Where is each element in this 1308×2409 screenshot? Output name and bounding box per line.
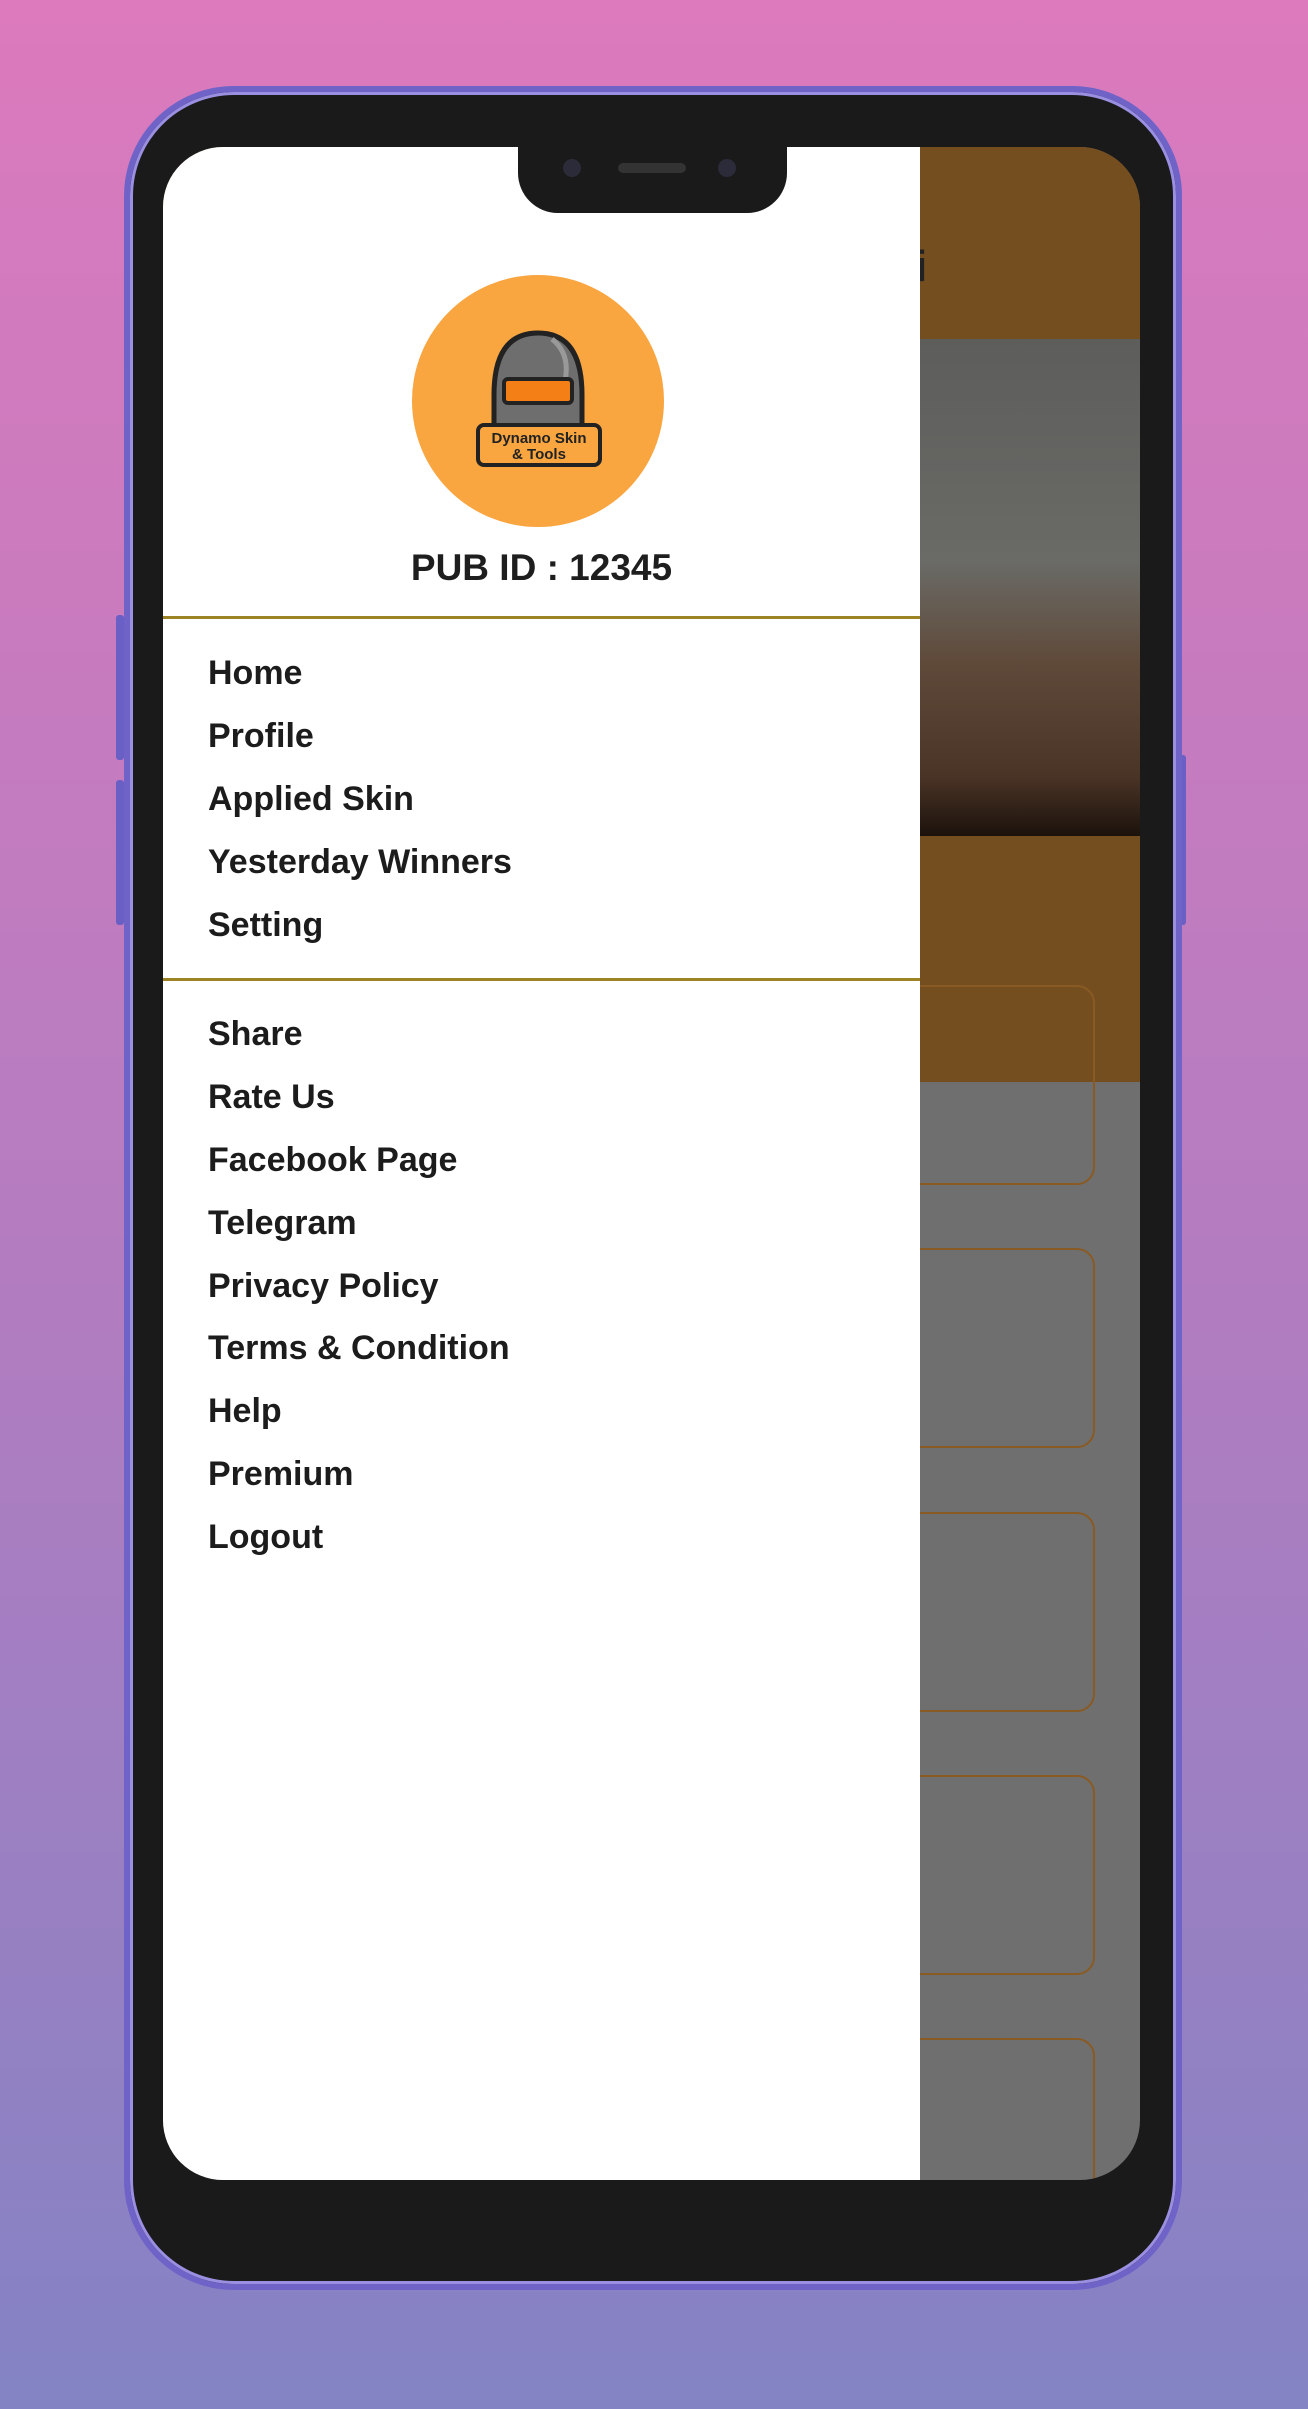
menu-item-terms-condition[interactable]: Terms & Condition [208,1328,510,1368]
divider [163,616,920,619]
content-card[interactable] [903,1775,1095,1975]
content-card[interactable] [903,2038,1095,2180]
menu-item-rate-us[interactable]: Rate Us [208,1077,335,1117]
phone-notch [518,147,787,213]
menu-item-facebook-page[interactable]: Facebook Page [208,1140,457,1180]
phone-screen: i Dynamo Skin & Tools PUB ID : 12345 Hom… [163,147,1140,2180]
menu-item-share[interactable]: Share [208,1014,303,1054]
menu-item-logout[interactable]: Logout [208,1517,323,1557]
svg-text:& Tools: & Tools [512,446,566,463]
app-logo: Dynamo Skin & Tools [412,275,664,527]
sensor-icon [718,159,736,177]
svg-text:Dynamo Skin: Dynamo Skin [491,430,586,447]
menu-item-yesterday-winners[interactable]: Yesterday Winners [208,842,512,882]
helmet-logo-icon: Dynamo Skin & Tools [476,330,602,467]
phone-volume-button [116,780,124,925]
menu-item-telegram[interactable]: Telegram [208,1203,357,1243]
menu-item-privacy-policy[interactable]: Privacy Policy [208,1266,439,1306]
phone-volume-button [116,615,124,760]
divider [163,978,920,981]
speaker-grille [618,163,686,173]
menu-item-setting[interactable]: Setting [208,905,323,945]
menu-item-help[interactable]: Help [208,1391,282,1431]
menu-item-premium[interactable]: Premium [208,1454,354,1494]
menu-item-home[interactable]: Home [208,653,302,693]
content-card[interactable] [903,1248,1095,1448]
menu-item-applied-skin[interactable]: Applied Skin [208,779,414,819]
content-card[interactable] [903,985,1095,1185]
content-card[interactable] [903,1512,1095,1712]
pub-id-label: PUB ID : 12345 [410,547,673,588]
navigation-drawer: Dynamo Skin & Tools PUB ID : 12345 Home … [163,147,920,2180]
front-camera-icon [563,159,581,177]
menu-item-profile[interactable]: Profile [208,716,314,756]
